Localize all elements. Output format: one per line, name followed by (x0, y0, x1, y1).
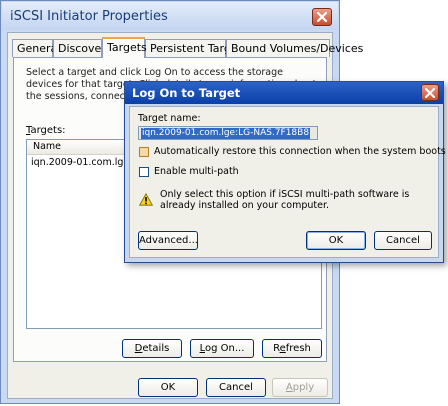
ok-button[interactable]: OK (138, 378, 198, 397)
target-name-value: iqn.2009-01.com.lge:LG-NAS.7F18B8 (141, 128, 311, 139)
targets-label: Targets: (26, 125, 66, 136)
apply-button[interactable]: Apply (272, 378, 328, 397)
tab-bound-volumes[interactable]: Bound Volumes/Devices (226, 39, 363, 57)
warning-triangle-icon (139, 193, 153, 206)
dialog-close-button[interactable] (421, 84, 439, 101)
window-title: iSCSI Initiator Properties (10, 9, 168, 24)
auto-restore-label[interactable]: Automatically restore this connection wh… (154, 146, 446, 157)
log-on-button[interactable]: Log On... (190, 339, 254, 358)
tab-label: Targets (107, 41, 147, 54)
dialog-cancel-button[interactable]: Cancel (374, 231, 432, 250)
dialog-titlebar[interactable]: Log On to Target (125, 82, 443, 104)
log-on-to-target-dialog: Log On to Target Target name: iqn.2009-0… (124, 81, 446, 263)
tab-persistent-targets[interactable]: Persistent Targets (145, 39, 248, 57)
target-name-field[interactable]: iqn.2009-01.com.lge:LG-NAS.7F18B8 (138, 126, 318, 140)
details-button[interactable]: Details (122, 339, 182, 358)
window-titlebar[interactable]: iSCSI Initiator Properties (2, 2, 338, 30)
tab-label: Bound Volumes/Devices (231, 42, 364, 55)
dialog-title: Log On to Target (132, 86, 241, 100)
enable-multipath-checkbox[interactable] (139, 167, 149, 177)
column-name-label: Name (33, 141, 62, 152)
target-name-label: Target name: (138, 113, 201, 124)
refresh-button[interactable]: Refresh (262, 339, 322, 358)
dialog-body: Target name: iqn.2009-01.com.lge:LG-NAS.… (129, 106, 446, 258)
enable-multipath-label[interactable]: Enable multi-path (154, 166, 239, 177)
auto-restore-checkbox[interactable] (139, 147, 149, 157)
tab-discovery[interactable]: Discovery (53, 39, 112, 57)
tab-targets[interactable]: Targets (102, 37, 147, 58)
tab-general[interactable]: General (12, 39, 60, 57)
dialog-ok-button[interactable]: OK (306, 231, 366, 250)
close-x-icon (317, 12, 327, 22)
cancel-button[interactable]: Cancel (206, 378, 266, 397)
multipath-warning-text: Only select this option if iSCSI multi-p… (160, 189, 410, 211)
close-button[interactable] (312, 8, 332, 26)
advanced-button[interactable]: Advanced... (138, 231, 198, 250)
close-x-icon (425, 88, 435, 98)
